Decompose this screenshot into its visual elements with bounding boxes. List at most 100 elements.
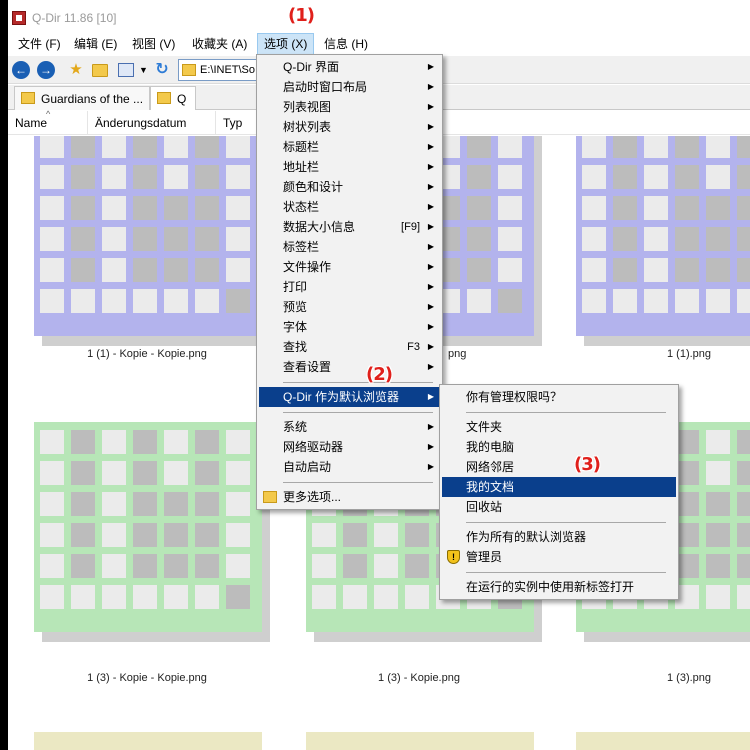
thumbnail-cell	[706, 523, 730, 547]
menu-item-default-browser[interactable]: Q-Dir 作为默认浏览器 ▶	[259, 387, 440, 407]
thumbnail-cell	[40, 165, 64, 189]
view-mode-icon[interactable]	[118, 63, 134, 77]
thumbnail-cell	[737, 461, 750, 485]
thumbnail-cell	[737, 227, 750, 251]
menu-item-network-drives[interactable]: 网络驱动器 ▶	[259, 437, 440, 457]
thumbnail-cell	[226, 554, 250, 578]
tab-q[interactable]: Q	[150, 86, 196, 110]
menu-item-more-options[interactable]: 更多选项...	[259, 487, 440, 507]
menu-item-qdir-interface[interactable]: Q-Dir 界面 ▶	[259, 57, 440, 77]
thumbnail-cell	[312, 585, 336, 609]
menu-item-find[interactable]: 查找 F3 ▶	[259, 337, 440, 357]
thumbnail-image	[576, 732, 750, 750]
thumbnail-cell	[226, 136, 250, 158]
file-item[interactable]: 1 (1) - Kopie - Kopie.png	[24, 136, 270, 376]
menu-edit[interactable]: 编辑 (E)	[68, 33, 123, 55]
menu-item-print[interactable]: 打印 ▶	[259, 277, 440, 297]
thumbnail-cell	[226, 492, 250, 516]
thumbnail-cell	[164, 523, 188, 547]
thumbnail-cell	[706, 492, 730, 516]
file-item[interactable]: 1 (3) - Kopie - Kopie.png	[24, 422, 270, 684]
menu-info[interactable]: 信息 (H)	[318, 33, 374, 55]
submenu-arrow-icon: ▶	[427, 462, 434, 471]
thumbnail-cell	[102, 258, 126, 282]
menu-item-tab-bar[interactable]: 标签栏 ▶	[259, 237, 440, 257]
menu-separator	[466, 412, 666, 413]
thumbnail-cell	[644, 258, 668, 282]
menu-options[interactable]: 选项 (X)	[257, 33, 315, 55]
thumbnail-cell	[582, 165, 606, 189]
menu-item-view-settings[interactable]: 查看设置 ▶	[259, 357, 440, 377]
menu-item-font[interactable]: 字体 ▶	[259, 317, 440, 337]
thumbnail-cell	[343, 523, 367, 547]
thumbnail-image	[34, 136, 262, 336]
thumbnail-image	[306, 732, 534, 750]
thumbnail-cell	[644, 227, 668, 251]
column-type-label: Typ	[223, 116, 243, 130]
menu-item-tree-list[interactable]: 树状列表 ▶	[259, 117, 440, 137]
submenu-arrow-icon: ▶	[427, 302, 434, 311]
menu-item-file-operations[interactable]: 文件操作 ▶	[259, 257, 440, 277]
submenu-item-my-computer[interactable]: 我的电脑	[442, 437, 676, 457]
menu-item-colors-design[interactable]: 颜色和设计 ▶	[259, 177, 440, 197]
file-caption: 1 (1) - Kopie - Kopie.png	[87, 348, 207, 360]
back-icon[interactable]: ←	[12, 61, 30, 79]
thumbnail-cell	[498, 227, 522, 251]
menu-item-status-bar[interactable]: 状态栏 ▶	[259, 197, 440, 217]
menu-item-system[interactable]: 系统 ▶	[259, 417, 440, 437]
submenu-arrow-icon: ▶	[427, 102, 434, 111]
menu-item-autostart[interactable]: 自动启动 ▶	[259, 457, 440, 477]
thumbnail-cell	[312, 554, 336, 578]
submenu-item-folder[interactable]: 文件夹	[442, 417, 676, 437]
file-item[interactable]	[566, 732, 750, 750]
menu-item-address-bar[interactable]: 地址栏 ▶	[259, 157, 440, 177]
thumbnail-cell	[40, 258, 64, 282]
menu-favorites[interactable]: 收藏夹 (A)	[186, 33, 253, 55]
menu-item-label: Q-Dir 作为默认浏览器	[283, 390, 399, 404]
submenu-item-administrator[interactable]: ! 管理员	[442, 547, 676, 567]
menu-item-startup-layout[interactable]: 启动时窗口布局 ▶	[259, 77, 440, 97]
submenu-arrow-icon: ▶	[427, 362, 434, 371]
menu-item-label: 预览	[283, 300, 308, 314]
thumbnail-cell	[164, 289, 188, 313]
address-bar[interactable]: E:\INET\So	[178, 59, 268, 81]
file-item[interactable]	[296, 732, 542, 750]
menu-item-preview[interactable]: 预览 ▶	[259, 297, 440, 317]
tab-guardians[interactable]: Guardians of the ...	[14, 86, 150, 110]
new-folder-icon[interactable]	[92, 64, 108, 77]
thumbnail-cell	[374, 585, 398, 609]
menu-file[interactable]: 文件 (F)	[12, 33, 67, 55]
thumbnail-cell	[737, 554, 750, 578]
column-name[interactable]: ^ Name	[8, 109, 88, 135]
refresh-icon[interactable]: ↻	[153, 61, 171, 79]
thumbnail-cell	[706, 227, 730, 251]
submenu-item-recycle-bin[interactable]: 回收站	[442, 497, 676, 517]
menu-view[interactable]: 视图 (V)	[126, 33, 181, 55]
submenu-item-label: 网络邻居	[466, 460, 515, 474]
submenu-item-admin-rights[interactable]: 你有管理权限吗？	[442, 387, 676, 407]
menu-item-title-bar[interactable]: 标题栏 ▶	[259, 137, 440, 157]
default-browser-submenu: 你有管理权限吗？ 文件夹 我的电脑 网络邻居 我的文档 回收站 作为所有的默认浏…	[439, 384, 679, 600]
column-date-label: Änderungsdatum	[95, 116, 187, 130]
file-caption: 1 (3) - Kopie - Kopie.png	[87, 672, 207, 684]
menu-item-data-size-info[interactable]: 数据大小信息 [F9] ▶	[259, 217, 440, 237]
dropdown-icon[interactable]: ▼	[139, 63, 148, 77]
forward-icon[interactable]: →	[37, 61, 55, 79]
file-item[interactable]: 1 (1).png	[566, 136, 750, 376]
submenu-item-open-new-tab[interactable]: 在运行的实例中使用新标签打开	[442, 577, 676, 597]
thumbnail-cell	[706, 554, 730, 578]
thumbnail-cell	[195, 136, 219, 158]
menu-item-label: 树状列表	[283, 120, 332, 134]
menu-item-list-view[interactable]: 列表视图 ▶	[259, 97, 440, 117]
up-star-icon[interactable]: ★	[67, 61, 85, 79]
file-item[interactable]	[24, 732, 270, 750]
submenu-item-my-documents[interactable]: 我的文档	[442, 477, 676, 497]
column-date[interactable]: Änderungsdatum	[88, 111, 216, 135]
thumbnail-cell	[582, 227, 606, 251]
annotation-step-2: (2)	[366, 364, 393, 385]
submenu-arrow-icon: ▶	[427, 222, 434, 231]
thumbnail-cell	[467, 165, 491, 189]
submenu-item-default-for-all[interactable]: 作为所有的默认浏览器	[442, 527, 676, 547]
thumbnail-cell	[40, 196, 64, 220]
submenu-item-network[interactable]: 网络邻居	[442, 457, 676, 477]
